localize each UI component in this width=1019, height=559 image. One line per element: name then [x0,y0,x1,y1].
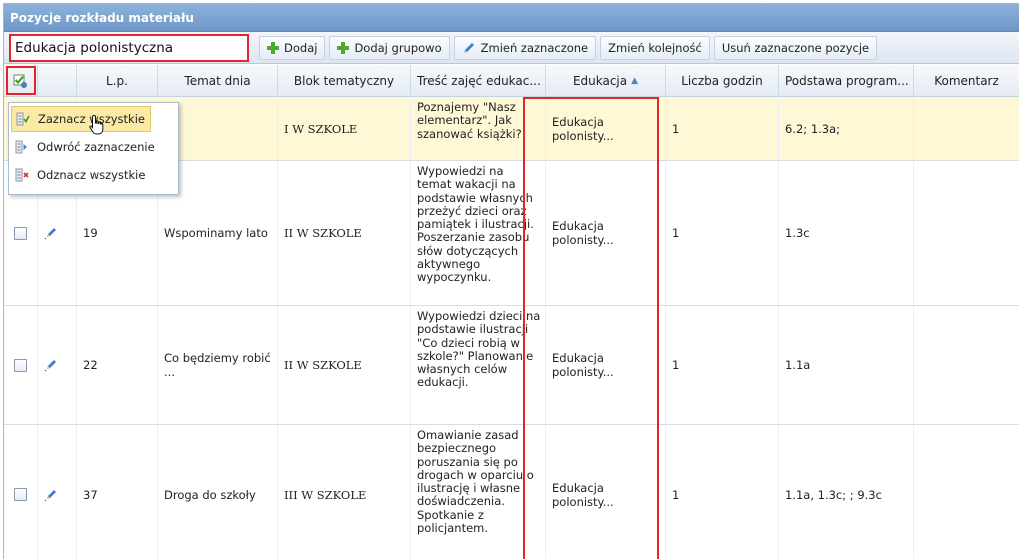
row-basis: 1.3c [779,161,914,305]
col-header-content[interactable]: Treść zajęć edukac... [411,65,546,97]
panel-title: Pozycje rozkładu materiału [4,4,1019,32]
row-topic: Co będziemy robić ... [158,306,278,424]
row-basis: 1.1a [779,306,914,424]
plus-icon [267,41,279,54]
row-basis: 6.2; 1.3a; [779,97,914,160]
row-hours: 1 [666,161,779,305]
row-checkbox[interactable] [14,488,27,501]
menu-item-select-all[interactable]: Zaznacz wszystkie [11,106,151,132]
add-button[interactable]: Dodaj [259,35,326,60]
row-select-cell [4,425,38,559]
row-basis: 1.1a, 1.3c; ; 9.3c [779,425,914,559]
deselect-all-icon [15,168,29,182]
pencil-icon [463,42,474,53]
pencil-icon[interactable] [44,488,58,502]
change-selected-button[interactable]: Zmień zaznaczone [453,35,597,60]
row-hours: 1 [666,306,779,424]
row-education: Edukacja polonisty... [546,425,666,559]
row-content: Omawianie zasad bezpiecznego poruszania … [411,425,546,559]
col-header-drag [38,65,77,97]
check-select-icon [13,74,27,88]
invert-selection-icon [15,140,27,154]
education-filter-field[interactable]: Edukacja polonistyczna [9,33,249,62]
row-comment [914,161,1019,305]
add-group-button[interactable]: Dodaj grupowo [329,35,450,60]
row-block: III W SZKOLE [278,425,411,559]
row-topic: Droga do szkoły [158,425,278,559]
row-checkbox[interactable] [14,226,27,240]
row-comment [914,97,1019,160]
remove-selected-button[interactable]: Usuń zaznaczone pozycje [713,35,878,60]
row-block: I W SZKOLE [278,97,411,160]
toolbar: Edukacja polonistyczna Dodaj Dodaj grupo… [4,32,1019,64]
col-header-block[interactable]: Blok tematyczny [278,65,411,97]
row-edit-cell [38,306,77,424]
select-menu-trigger[interactable] [4,65,38,97]
menu-item-deselect-label: Odznacz wszystkie [37,168,146,182]
hand-cursor-icon [89,114,104,135]
col-header-topic[interactable]: Temat dnia [158,65,278,97]
menu-item-invert-label: Odwróć zaznaczenie [37,140,155,154]
col-header-education-label: Edukacja [572,74,628,88]
col-header-education[interactable]: Edukacja ▲ [546,65,666,97]
row-content: Wypowiedzi na temat wakacji na podstawie… [411,161,546,305]
row-block: II W SZKOLE [278,161,411,305]
plus-icon [337,41,350,54]
row-hours: 1 [666,425,779,559]
pencil-icon[interactable] [44,358,58,372]
menu-item-deselect-all[interactable]: Odznacz wszystkie [11,162,176,188]
row-checkbox[interactable] [14,358,27,372]
col-header-lp[interactable]: L.p. [77,65,158,97]
row-education: Edukacja polonisty... [546,97,666,160]
menu-item-invert-selection[interactable]: Odwróć zaznaczenie [11,134,176,160]
pencil-icon[interactable] [44,226,58,240]
row-education: Edukacja polonisty... [546,161,666,305]
row-comment [914,425,1019,559]
table-row[interactable]: 37 Droga do szkoły III W SZKOLE Omawiani… [4,425,1019,559]
add-group-button-label: Dodaj grupowo [354,40,442,55]
row-education: Edukacja polonisty... [546,306,666,424]
sort-ascending-icon: ▲ [631,76,639,86]
row-lp: 37 [77,425,158,559]
col-header-basis[interactable]: Podstawa program... [779,65,914,97]
row-hours: 1 [666,97,779,160]
row-content: Wypowiedzi dzieci na podstawie ilustracj… [411,306,546,424]
select-all-icon [16,112,30,126]
add-button-label: Dodaj [284,40,318,55]
materials-panel: Pozycje rozkładu materiału Edukacja polo… [3,3,1019,559]
col-header-hours[interactable]: Liczba godzin [666,65,779,97]
col-header-comment[interactable]: Komentarz [914,65,1019,97]
row-lp: 22 [77,306,158,424]
row-content: Poznajemy "Nasz elementarz". Jak szanowa… [411,97,546,160]
grid-header: L.p. Temat dnia Blok tematyczny Treść za… [4,65,1019,97]
change-selected-label: Zmień zaznaczone [480,40,589,55]
row-select-cell [4,306,38,424]
table-row[interactable]: 22 Co będziemy robić ... II W SZKOLE Wyp… [4,306,1019,425]
row-edit-cell [38,425,77,559]
change-order-button[interactable]: Zmień kolejność [600,35,710,60]
row-block: II W SZKOLE [278,306,411,424]
row-comment [914,306,1019,424]
